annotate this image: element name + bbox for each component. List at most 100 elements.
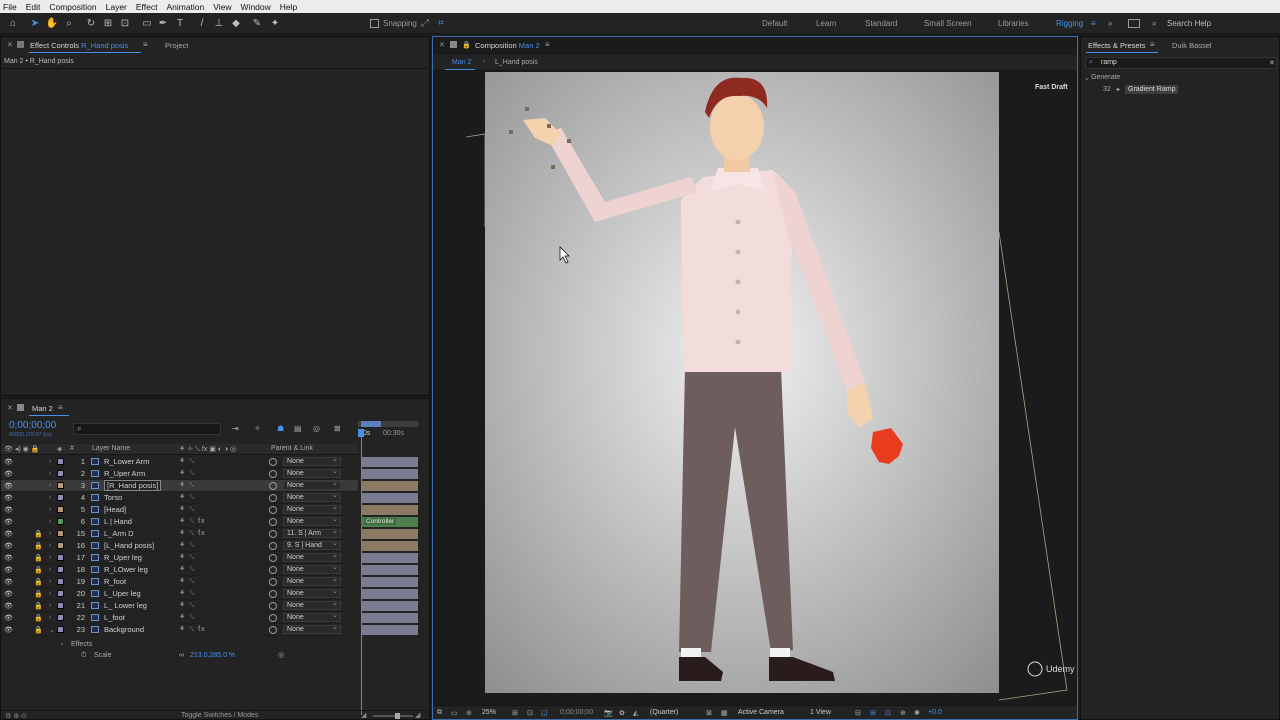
panel-layout-icon[interactable] xyxy=(1128,19,1140,28)
layer-name[interactable]: R_LOwer leg xyxy=(104,565,148,574)
eraser-tool-icon[interactable]: ◆ xyxy=(229,16,243,30)
layer-name[interactable]: R_Lower Arm xyxy=(104,457,149,466)
zoom-slider-thumb[interactable] xyxy=(395,713,400,719)
layer-duration-bar[interactable] xyxy=(361,541,418,551)
visibility-eye-icon[interactable]: 👁 xyxy=(4,494,13,502)
layer-name[interactable]: [R_Hand posis] xyxy=(104,480,162,491)
layer-name[interactable]: [Head] xyxy=(104,505,126,514)
label-color-swatch[interactable] xyxy=(57,566,64,573)
layer-switches[interactable]: ⚘ ⟍ xyxy=(179,481,195,490)
layer-switches[interactable]: ⚘ ⟍ xyxy=(179,577,195,586)
pen-tool-icon[interactable]: ✒ xyxy=(156,16,170,30)
lock-icon[interactable]: 🔒 xyxy=(34,578,43,586)
menu-view[interactable]: View xyxy=(213,2,231,12)
layer-name[interactable]: R_Uper Arm xyxy=(104,469,145,478)
menu-effect[interactable]: Effect xyxy=(136,2,158,12)
puppet-pin[interactable] xyxy=(509,130,513,134)
zoom-out-icon[interactable]: ◢ xyxy=(361,711,366,719)
workspace-libraries[interactable]: Libraries xyxy=(998,19,1029,28)
parent-select[interactable]: 9. S | Hand xyxy=(283,540,341,550)
layer-name[interactable]: L_Uper leg xyxy=(104,589,141,598)
layer-row[interactable]: 👁 › 2 R_Uper Arm ⚘ ⟍ None xyxy=(1,468,358,480)
parent-select[interactable]: 11. S | Arm xyxy=(283,528,341,538)
more-workspaces-icon[interactable]: » xyxy=(1108,19,1112,28)
lock-icon[interactable]: 🔒 xyxy=(34,554,43,562)
layer-row[interactable]: 👁 🔒 ⌄ 23 Background ⚘ ⟍ fx None xyxy=(1,624,358,636)
roi-icon[interactable]: ⊠ xyxy=(706,709,712,717)
layer-duration-bar[interactable] xyxy=(361,529,418,539)
label-color-swatch[interactable] xyxy=(57,542,64,549)
comp-viewer[interactable]: Udemy xyxy=(433,72,1077,705)
clone-stamp-icon[interactable]: ⊥ xyxy=(212,16,226,30)
lock-icon[interactable]: 🔒 xyxy=(34,626,43,634)
mask-visibility-icon[interactable]: ⊚ xyxy=(466,709,472,717)
snap-options-icon[interactable]: ⤢ xyxy=(418,16,432,30)
workspace-rigging[interactable]: Rigging xyxy=(1056,19,1083,28)
category-generate[interactable]: Generate xyxy=(1091,74,1120,81)
parent-pickwhip-icon[interactable] xyxy=(269,589,277,598)
work-area-bar[interactable] xyxy=(358,421,418,427)
layer-duration-bar[interactable] xyxy=(361,553,418,563)
puppet-pin[interactable] xyxy=(547,124,551,128)
effects-group-row[interactable]: › Effects xyxy=(1,640,358,651)
menu-file[interactable]: File xyxy=(3,2,17,12)
workspace-learn[interactable]: Learn xyxy=(816,19,836,28)
layer-switches[interactable]: ⚘ ⟍ xyxy=(179,469,195,478)
layer-duration-bar[interactable] xyxy=(361,589,418,599)
layer-duration-bar[interactable] xyxy=(361,625,418,635)
twirl-arrow-icon[interactable]: › xyxy=(49,554,51,561)
parent-select[interactable]: None xyxy=(283,564,341,574)
twirl-arrow-icon[interactable]: › xyxy=(49,458,51,465)
layer-duration-bar[interactable] xyxy=(361,481,418,491)
label-color-swatch[interactable] xyxy=(57,530,64,537)
visibility-eye-icon[interactable]: 👁 xyxy=(4,602,13,610)
label-color-swatch[interactable] xyxy=(57,458,64,465)
visibility-eye-icon[interactable]: 👁 xyxy=(4,530,13,538)
twirl-arrow-icon[interactable]: ⌄ xyxy=(49,626,55,634)
layer-switches[interactable]: ⚘ ⟍ xyxy=(179,601,195,610)
parent-select[interactable]: None xyxy=(283,468,341,478)
layer-duration-bar[interactable] xyxy=(361,601,418,611)
layer-name[interactable]: Background xyxy=(104,625,144,634)
twirl-arrow-icon[interactable]: › xyxy=(49,614,51,621)
grid-icon[interactable]: ⊞ xyxy=(512,709,518,717)
rectangle-tool-icon[interactable]: ▭ xyxy=(140,16,154,30)
channel-icon[interactable]: ✿ xyxy=(619,709,625,717)
layer-switches[interactable]: ⚘ ⟍ xyxy=(179,457,195,466)
layer-row[interactable]: 👁 🔒 › 22 L_foot ⚘ ⟍ None xyxy=(1,612,358,624)
layer-row[interactable]: 👁 🔒 › 16 [L_Hand posis] ⚘ ⟍ 9. S | Hand xyxy=(1,540,358,552)
tab-effect-controls[interactable]: Effect Controls R_Hand posis xyxy=(30,41,128,50)
timeline-timecode[interactable]: 0;00;00;00 xyxy=(9,420,56,431)
parent-pickwhip-icon[interactable] xyxy=(269,553,277,562)
parent-pickwhip-icon[interactable] xyxy=(269,469,277,478)
parent-pickwhip-icon[interactable] xyxy=(269,517,277,526)
nav-l-hand-posis[interactable]: L_Hand posis xyxy=(495,59,538,66)
effects-twirl-icon[interactable]: › xyxy=(61,641,63,648)
views-select[interactable]: 1 View xyxy=(810,709,831,716)
scale-pickwhip-icon[interactable]: ◎ xyxy=(278,651,284,659)
layer-duration-bar[interactable] xyxy=(361,613,418,623)
twirl-arrow-icon[interactable]: › xyxy=(49,542,51,549)
timeline-menu-icon[interactable]: ≡ xyxy=(58,403,63,412)
parent-pickwhip-icon[interactable] xyxy=(269,541,277,550)
layer-switches[interactable]: ⚘ ⟍ fx xyxy=(179,517,206,526)
layer-row[interactable]: 👁 🔒 › 19 R_foot ⚘ ⟍ None xyxy=(1,576,358,588)
menu-animation[interactable]: Animation xyxy=(166,2,204,12)
label-color-swatch[interactable] xyxy=(57,626,64,633)
layer-row[interactable]: 👁 🔒 › 21 L_ Lower leg ⚘ ⟍ None xyxy=(1,600,358,612)
snapshot-icon[interactable]: 📷 xyxy=(604,709,613,717)
parent-pickwhip-icon[interactable] xyxy=(269,601,277,610)
brush-tool-icon[interactable]: / xyxy=(195,16,209,30)
layer-row[interactable]: 👁 › 3 [R_Hand posis] ⚘ ⟍ None xyxy=(1,480,358,492)
layer-name[interactable]: L_ Lower leg xyxy=(104,601,147,610)
layer-row[interactable]: 👁 › 4 Torso ⚘ ⟍ None xyxy=(1,492,358,504)
parent-pickwhip-icon[interactable] xyxy=(269,577,277,586)
comp-flowchart-icon[interactable]: ⇥ xyxy=(232,424,239,433)
zoom-select[interactable]: 25% xyxy=(482,709,496,716)
label-color-swatch[interactable] xyxy=(57,470,64,477)
label-color-swatch[interactable] xyxy=(57,494,64,501)
layer-name[interactable]: L_Arm D xyxy=(104,529,134,538)
layer-duration-bar[interactable] xyxy=(361,565,418,575)
layer-duration-bar[interactable] xyxy=(361,457,418,467)
twirl-arrow-icon[interactable]: › xyxy=(49,578,51,585)
